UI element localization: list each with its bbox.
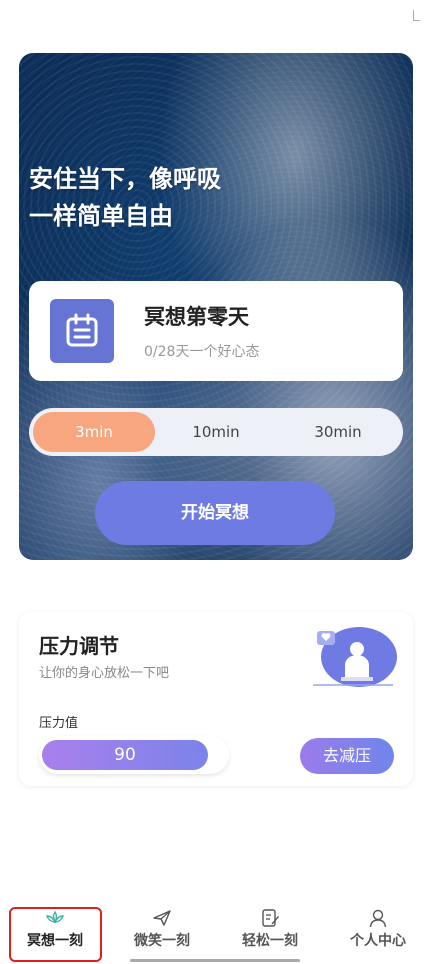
nav-label-meditation: 冥想一刻 xyxy=(27,933,83,949)
meditation-progress-card[interactable]: 冥想第零天 0/28天一个好心态 xyxy=(29,281,403,381)
progress-subtitle: 0/28天一个好心态 xyxy=(144,344,260,360)
lotus-icon xyxy=(45,908,65,928)
nav-item-smile[interactable]: 微笑一刻 xyxy=(117,908,207,960)
stress-title: 压力调节 xyxy=(39,634,119,658)
nav-label-relax: 轻松一刻 xyxy=(242,933,298,949)
stress-meter-fill: 90 xyxy=(42,740,208,770)
edit-note-icon xyxy=(260,908,280,928)
status-corner-mark xyxy=(413,10,420,21)
duration-option-3min[interactable]: 3min xyxy=(33,412,155,452)
duration-option-30min[interactable]: 30min xyxy=(279,412,397,452)
nav-label-smile: 微笑一刻 xyxy=(134,933,190,949)
nav-label-profile: 个人中心 xyxy=(350,933,406,949)
paper-plane-icon xyxy=(152,908,172,928)
start-meditation-button[interactable]: 开始冥想 xyxy=(95,481,335,545)
stress-value-label: 压力值 xyxy=(39,716,79,731)
nav-item-meditation[interactable]: 冥想一刻 xyxy=(10,908,100,960)
progress-title: 冥想第零天 xyxy=(144,305,249,329)
meditating-person-illustration xyxy=(309,627,397,691)
stress-subtitle: 让你的身心放松一下吧 xyxy=(39,666,170,681)
calendar-icon xyxy=(50,299,114,363)
duration-selector: 3min 10min 30min xyxy=(29,408,403,456)
nav-item-profile[interactable]: 个人中心 xyxy=(333,908,423,960)
person-icon xyxy=(368,908,388,928)
meditation-hero-card: 安住当下，像呼吸 一样简单自由 冥想第零天 0/28天一个好心态 3min 10… xyxy=(19,53,413,560)
nav-item-relax[interactable]: 轻松一刻 xyxy=(225,908,315,960)
duration-option-10min[interactable]: 10min xyxy=(159,412,273,452)
bottom-navigation: 冥想一刻 微笑一刻 轻松一刻 个人中心 xyxy=(0,900,432,964)
stress-meter: 90 xyxy=(39,736,229,774)
home-indicator xyxy=(130,959,300,962)
hero-title: 安住当下，像呼吸 一样简单自由 xyxy=(29,165,221,230)
reduce-stress-button[interactable]: 去减压 xyxy=(300,738,394,774)
stress-card: 压力调节 让你的身心放松一下吧 压力值 90 去减压 xyxy=(19,612,413,786)
